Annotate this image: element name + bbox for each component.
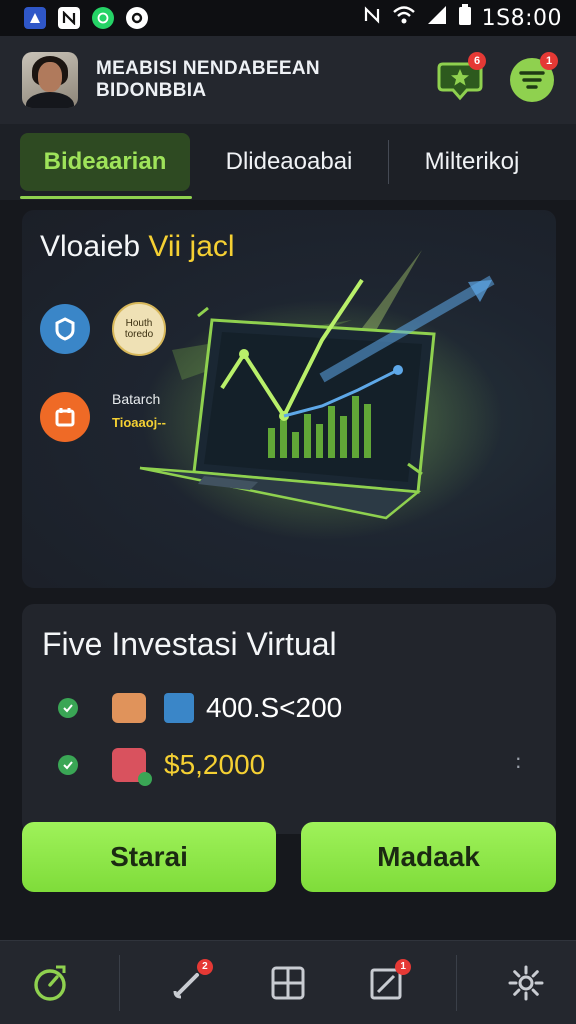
investment-balance: $5,2000 bbox=[164, 749, 266, 780]
wifi-icon bbox=[392, 5, 416, 31]
clock-time: 1S8:00 bbox=[481, 5, 562, 31]
gift-box-icon bbox=[112, 748, 152, 786]
secondary-button[interactable]: Madaak bbox=[301, 822, 556, 892]
check-icon bbox=[58, 698, 78, 718]
app-title: MEABISI NENDABEEAN BIDONBBIA bbox=[96, 58, 436, 102]
chart-document-icon bbox=[164, 693, 194, 723]
app-notification-icon bbox=[58, 7, 80, 29]
nav-grid[interactable] bbox=[258, 953, 318, 1013]
notification-badge: 1 bbox=[395, 958, 412, 975]
app-notification-icon bbox=[24, 7, 46, 29]
nav-divider bbox=[118, 954, 120, 1011]
investment-title: Five Investasi Virtual bbox=[42, 626, 337, 662]
nav-tools[interactable]: 2 bbox=[159, 953, 219, 1013]
timer-icon bbox=[33, 965, 66, 1001]
investment-card: Five Investasi Virtual 400.S<200 $5,2000… bbox=[22, 604, 556, 834]
wallet-icon bbox=[112, 693, 146, 723]
investment-row[interactable]: $5,2000 bbox=[58, 748, 266, 786]
whatsapp-icon bbox=[92, 7, 114, 29]
app-header: MEABISI NENDABEEAN BIDONBBIA 6 1 bbox=[0, 36, 576, 124]
investment-amount: 400.S<200 bbox=[206, 692, 343, 723]
laptop-chart-illustration bbox=[139, 250, 502, 540]
nav-settings[interactable] bbox=[496, 953, 556, 1013]
bottom-navigation: 2 1 bbox=[0, 940, 576, 1024]
status-bar: 1S8:00 bbox=[0, 0, 576, 36]
title-line-2: BIDONBBIA bbox=[96, 80, 207, 101]
avatar[interactable] bbox=[22, 52, 78, 108]
notification-badge: 2 bbox=[196, 958, 213, 975]
battery-icon bbox=[458, 4, 472, 32]
start-button[interactable]: Starai bbox=[22, 822, 276, 892]
tab-bideaarian[interactable]: Bideaarian bbox=[20, 133, 192, 199]
title-line-1: MEABISI NENDABEEAN bbox=[96, 58, 320, 79]
tab-dlideaoabai[interactable]: Dlideaoabai bbox=[190, 133, 388, 191]
signal-icon bbox=[426, 5, 448, 31]
check-icon bbox=[58, 755, 78, 775]
nav-timer[interactable] bbox=[20, 953, 80, 1013]
nfc-icon bbox=[362, 5, 382, 31]
notification-badge: 6 bbox=[468, 52, 486, 70]
hero-card[interactable]: Vloaieb Vii jacl Houth toredo Batarch Ti… bbox=[22, 210, 556, 588]
circle-app-icon bbox=[126, 7, 148, 29]
tab-bar: Bideaarian Dlideaoabai Milterikoj bbox=[0, 124, 576, 200]
filter-button[interactable]: 1 bbox=[508, 52, 558, 104]
gear-icon bbox=[508, 965, 544, 1000]
nav-chart[interactable]: 1 bbox=[357, 953, 417, 1013]
investment-row[interactable]: 400.S<200 bbox=[58, 692, 342, 724]
tab-milterikoj[interactable]: Milterikoj bbox=[389, 133, 555, 191]
notification-badge: 1 bbox=[540, 52, 558, 70]
rewards-button[interactable]: 6 bbox=[436, 52, 486, 104]
more-options-icon[interactable]: · · bbox=[515, 747, 522, 777]
nav-divider bbox=[456, 954, 458, 1011]
grid-icon bbox=[271, 966, 305, 999]
